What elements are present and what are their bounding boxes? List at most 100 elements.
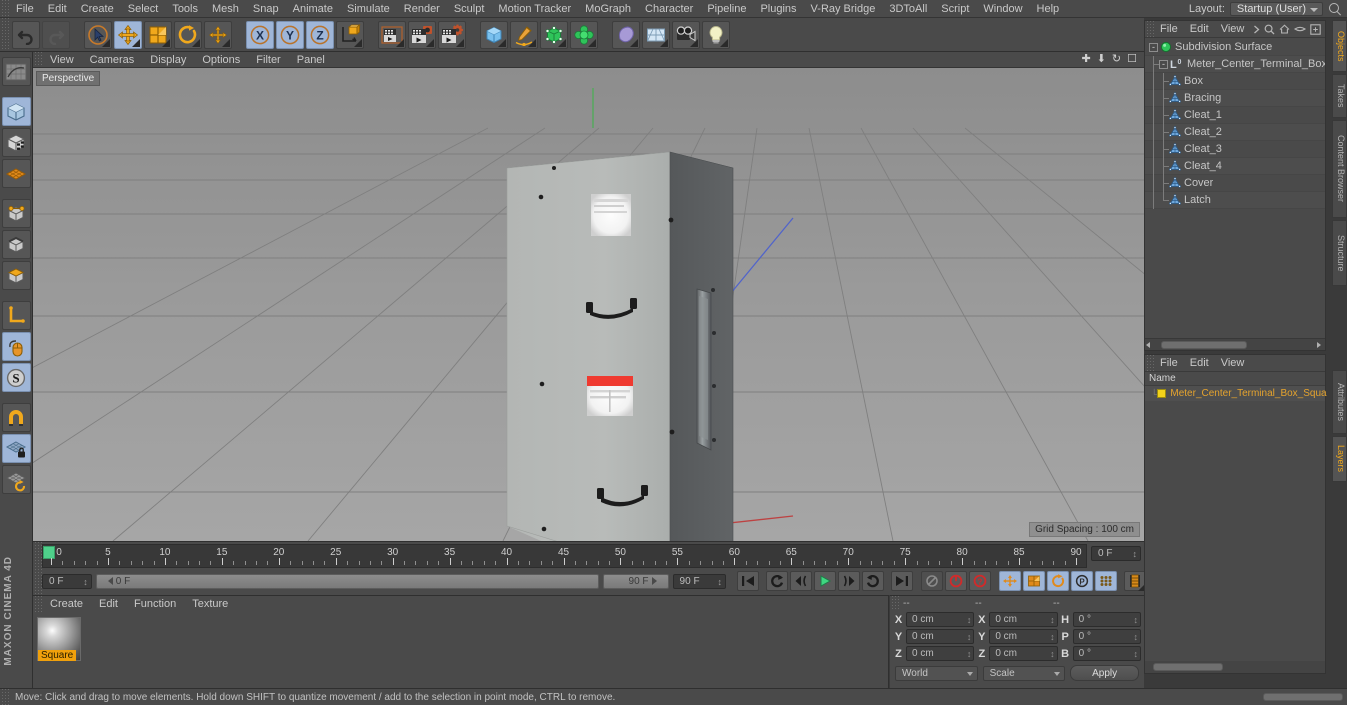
menu-item-snap[interactable]: Snap: [246, 0, 286, 18]
model-mode[interactable]: [1, 97, 31, 126]
menu-item-mesh[interactable]: Mesh: [205, 0, 246, 18]
object-tree-row[interactable]: - Subdivision Surface: [1145, 39, 1325, 56]
add-deformer[interactable]: [612, 20, 640, 49]
timeline-end-frame-field[interactable]: 0 F: [1091, 546, 1141, 562]
step-back-button[interactable]: [790, 571, 812, 591]
rot-p-field[interactable]: 0 °: [1072, 629, 1141, 645]
object-tree-row[interactable]: Cover: [1145, 174, 1325, 192]
layer-color-swatch[interactable]: [1157, 389, 1167, 398]
material-menu-function[interactable]: Function: [126, 596, 184, 612]
coordinates-grip[interactable]: [890, 596, 899, 611]
viewport-menu-panel[interactable]: Panel: [289, 52, 333, 68]
layer-menu-edit[interactable]: Edit: [1184, 355, 1215, 372]
edges-mode[interactable]: [1, 230, 31, 259]
menu-item-motion-tracker[interactable]: Motion Tracker: [491, 0, 578, 18]
object-horizontal-scrollbar[interactable]: [1145, 338, 1325, 350]
timeline-range-start-bar[interactable]: 0 F: [95, 573, 599, 589]
record-scale-button[interactable]: [1023, 571, 1045, 591]
menu-item-script[interactable]: Script: [934, 0, 976, 18]
timeline-ruler[interactable]: 0 5 10 15 20 25 30 35 40 45 50 55 60 65 70 75 80 85 90: [42, 544, 1087, 568]
maximize-icon[interactable]: ☐: [1127, 54, 1137, 65]
go-to-start-button[interactable]: [737, 571, 759, 591]
material-sphere-icon[interactable]: Square: [37, 617, 81, 661]
layer-horizontal-scrollbar[interactable]: [1145, 661, 1325, 673]
material-menu-create[interactable]: Create: [42, 596, 91, 612]
record-parameter-button[interactable]: P: [1071, 571, 1093, 591]
layer-scroll-thumb[interactable]: [1153, 663, 1223, 671]
apply-button[interactable]: Apply: [1070, 665, 1139, 681]
home-icon[interactable]: [1279, 24, 1290, 34]
panel-tab-attributes[interactable]: Attributes: [1332, 370, 1347, 434]
panel-tab-content-browser[interactable]: Content Browser: [1332, 120, 1347, 218]
lock-z-axis[interactable]: Z: [306, 20, 334, 49]
live-selection-tool[interactable]: [84, 20, 112, 49]
menu-item-render[interactable]: Render: [397, 0, 447, 18]
menu-item-file[interactable]: File: [9, 0, 41, 18]
tree-expander[interactable]: -: [1149, 42, 1160, 52]
loop-button[interactable]: [862, 571, 884, 591]
scale-tool[interactable]: [144, 20, 172, 49]
viewport-solo-mode[interactable]: [1, 332, 31, 361]
dolly-icon[interactable]: ⬇: [1097, 54, 1106, 65]
texture-mode[interactable]: [1, 128, 31, 157]
size-z-field[interactable]: 0 cm: [989, 646, 1058, 662]
menu-grip[interactable]: [0, 0, 9, 17]
material-list[interactable]: Square: [33, 613, 888, 688]
polygons-mode[interactable]: [1, 261, 31, 290]
rot-h-field[interactable]: 0 °: [1072, 612, 1141, 628]
autokey-button[interactable]: [921, 571, 943, 591]
menu-item-select[interactable]: Select: [121, 0, 166, 18]
object-menu-view[interactable]: View: [1215, 21, 1251, 38]
orbit-icon[interactable]: ↻: [1112, 54, 1121, 65]
layer-menu-file[interactable]: File: [1154, 355, 1184, 372]
step-forward-button[interactable]: [838, 571, 860, 591]
rotate-tool[interactable]: [174, 20, 202, 49]
record-active-objects-button[interactable]: [945, 571, 967, 591]
material-menu-texture[interactable]: Texture: [184, 596, 236, 612]
object-tree-row[interactable]: Cleat_4: [1145, 157, 1325, 175]
menu-item-3dtoall[interactable]: 3DToAll: [882, 0, 934, 18]
add-camera[interactable]: [672, 20, 700, 49]
layer-grip[interactable]: [1145, 354, 1154, 372]
add-cube-object[interactable]: [480, 20, 508, 49]
viewport-menu-display[interactable]: Display: [142, 52, 194, 68]
menu-item-character[interactable]: Character: [638, 0, 700, 18]
menu-item-simulate[interactable]: Simulate: [340, 0, 397, 18]
material-menu-edit[interactable]: Edit: [91, 596, 126, 612]
chevron-right-icon[interactable]: [1253, 25, 1260, 34]
size-y-field[interactable]: 0 cm: [989, 629, 1058, 645]
menu-item-create[interactable]: Create: [74, 0, 121, 18]
viewport[interactable]: View Cameras Display Options Filter Panel ✚ ⬇…: [33, 52, 1144, 541]
menu-item-window[interactable]: Window: [976, 0, 1029, 18]
size-mode-dropdown[interactable]: Scale: [982, 665, 1066, 681]
points-mode[interactable]: [1, 199, 31, 228]
object-grip[interactable]: [1145, 20, 1154, 38]
object-tree-row[interactable]: Cleat_3: [1145, 140, 1325, 158]
object-menu-file[interactable]: File: [1154, 21, 1184, 38]
layer-row[interactable]: └ Meter_Center_Terminal_Box_Squa: [1145, 386, 1327, 401]
lock-y-axis[interactable]: Y: [276, 20, 304, 49]
texture-axis-tool[interactable]: [1, 57, 31, 86]
viewport-menu-options[interactable]: Options: [194, 52, 248, 68]
menu-item-v-ray-bridge[interactable]: V-Ray Bridge: [804, 0, 883, 18]
add-generator[interactable]: [540, 20, 568, 49]
menu-item-sculpt[interactable]: Sculpt: [447, 0, 492, 18]
move-tool[interactable]: [114, 20, 142, 49]
size-x-field[interactable]: 0 cm: [989, 612, 1058, 628]
add-environment[interactable]: [642, 20, 670, 49]
eye-icon[interactable]: [1294, 25, 1306, 33]
pos-y-field[interactable]: 0 cm: [906, 629, 975, 645]
viewport-menu-filter[interactable]: Filter: [248, 52, 288, 68]
scroll-thumb[interactable]: [1161, 340, 1247, 349]
current-frame-marker[interactable]: [43, 546, 55, 559]
menu-item-edit[interactable]: Edit: [41, 0, 74, 18]
add-mograph[interactable]: [570, 20, 598, 49]
status-grip[interactable]: [0, 689, 9, 705]
layout-dropdown[interactable]: Startup (User): [1229, 1, 1323, 16]
autokeying-button[interactable]: ?: [969, 571, 991, 591]
pos-x-field[interactable]: 0 cm: [906, 612, 975, 628]
object-tree-row[interactable]: -L0 Meter_Center_Terminal_Box_Squ: [1145, 55, 1325, 73]
axis-move-tool[interactable]: [204, 20, 232, 49]
deformer-mode[interactable]: [1, 159, 31, 188]
search-icon[interactable]: [1264, 24, 1275, 35]
